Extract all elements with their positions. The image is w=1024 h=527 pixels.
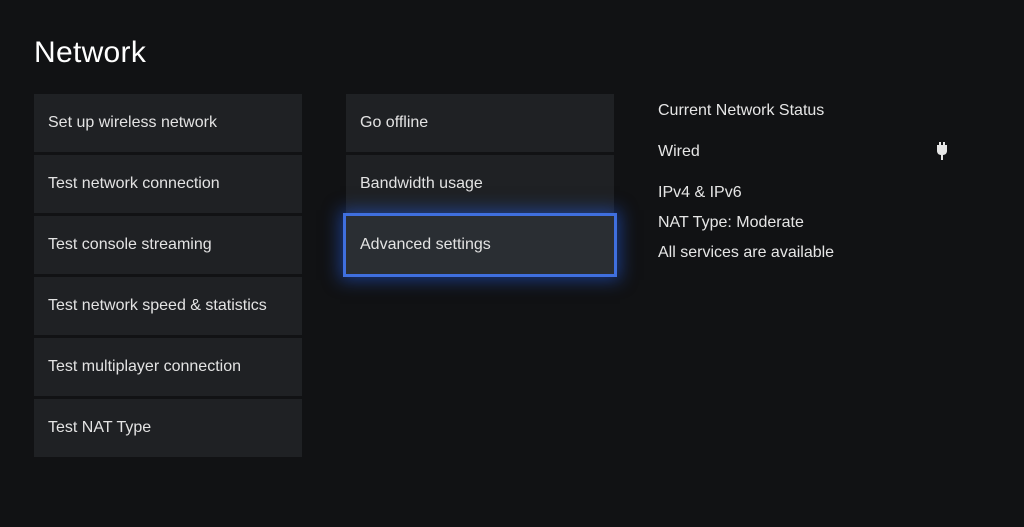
- connection-type: Wired: [658, 143, 700, 161]
- test-multiplayer-connection-button[interactable]: Test multiplayer connection: [34, 338, 302, 396]
- status-title: Current Network Status: [658, 102, 950, 120]
- test-nat-type-button[interactable]: Test NAT Type: [34, 399, 302, 457]
- bandwidth-usage-button[interactable]: Bandwidth usage: [346, 155, 614, 213]
- test-network-speed-button[interactable]: Test network speed & statistics: [34, 277, 302, 335]
- test-console-streaming-button[interactable]: Test console streaming: [34, 216, 302, 274]
- test-network-connection-button[interactable]: Test network connection: [34, 155, 302, 213]
- mid-menu: Go offline Bandwidth usage Advanced sett…: [346, 94, 614, 274]
- left-menu: Set up wireless network Test network con…: [34, 94, 302, 457]
- ip-version: IPv4 & IPv6: [658, 184, 950, 202]
- go-offline-button[interactable]: Go offline: [346, 94, 614, 152]
- status-panel: Current Network Status Wired IPv4 & IPv6…: [658, 94, 990, 274]
- setup-wireless-button[interactable]: Set up wireless network: [34, 94, 302, 152]
- page-title: Network: [34, 36, 990, 70]
- services-status: All services are available: [658, 244, 950, 262]
- wired-plug-icon: [934, 142, 950, 162]
- advanced-settings-button[interactable]: Advanced settings: [346, 216, 614, 274]
- nat-type: NAT Type: Moderate: [658, 214, 950, 232]
